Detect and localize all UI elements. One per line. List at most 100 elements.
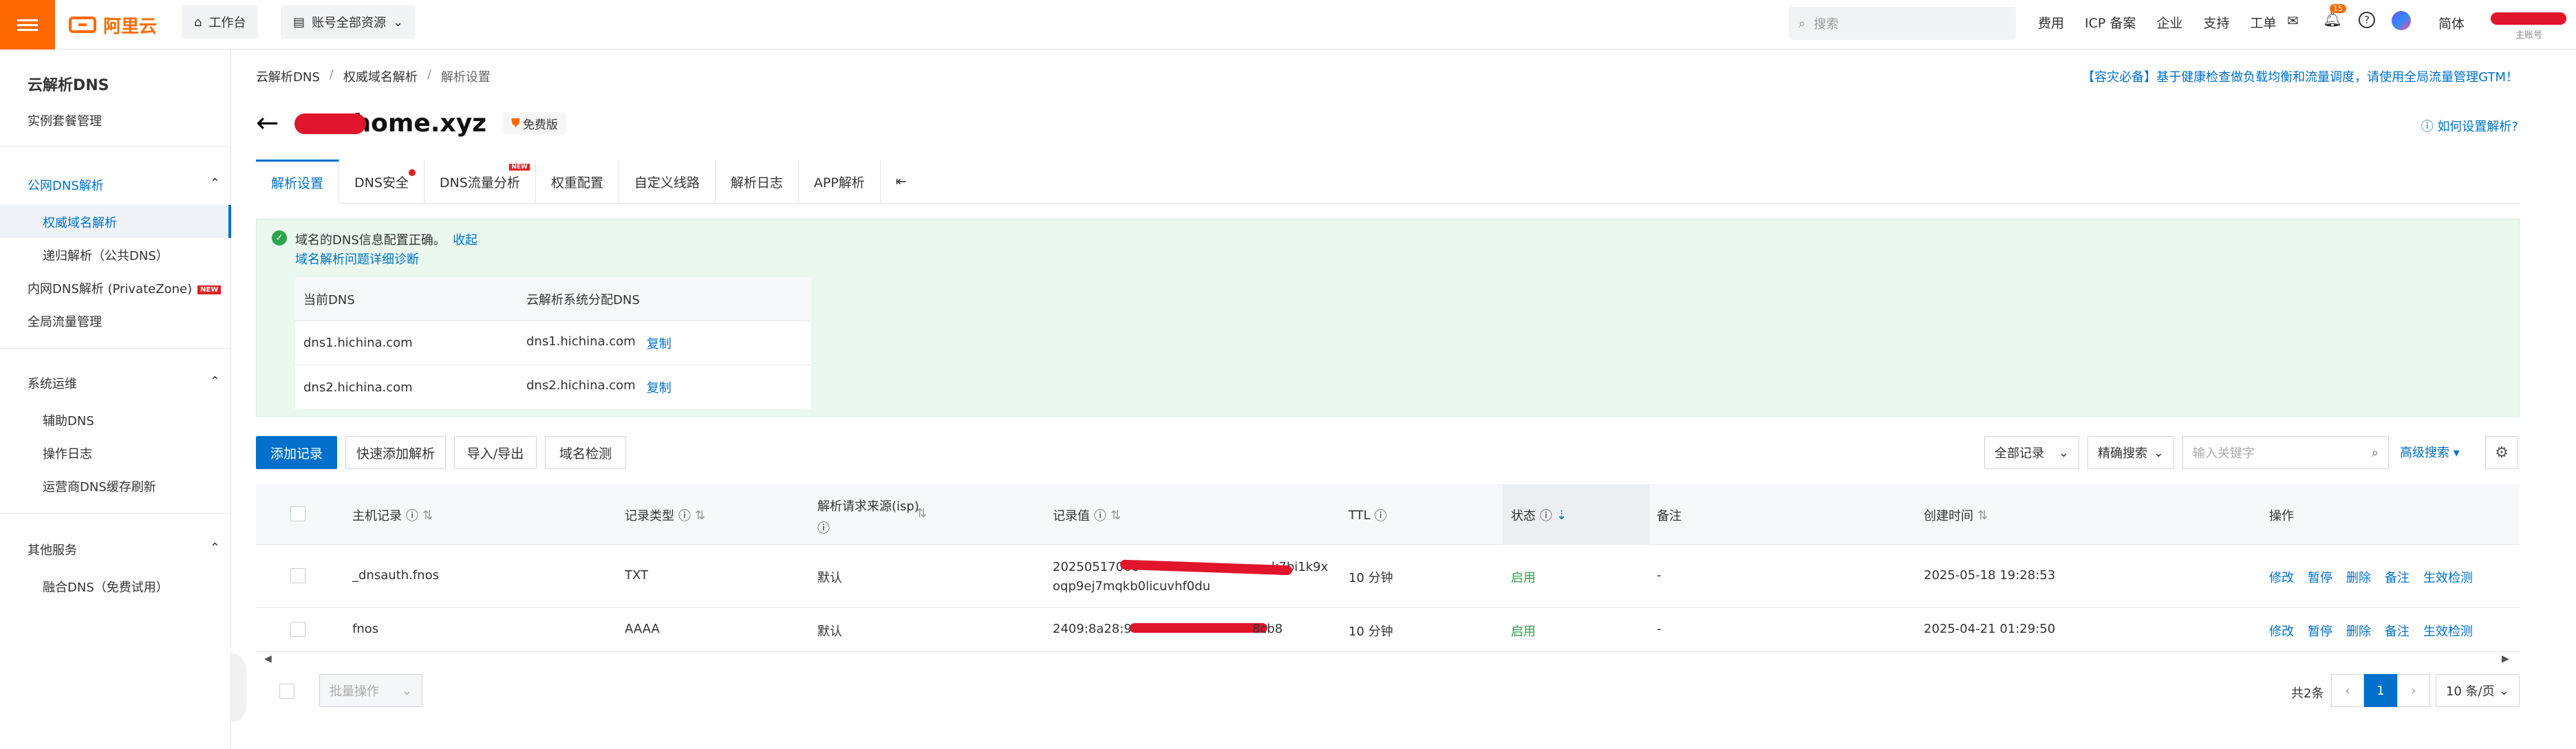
cell-type: AAAA — [625, 622, 660, 636]
next-page-button[interactable]: › — [2397, 674, 2430, 707]
dns-table-header: 当前DNS 云解析系统分配DNS — [295, 277, 811, 321]
sidebar-item-instance[interactable]: 实例套餐管理 — [28, 111, 102, 129]
cell-type: TXT — [625, 568, 649, 583]
th-ttl[interactable]: TTL ⓘ — [1349, 506, 1387, 524]
nav-fee[interactable]: 费用 — [2038, 13, 2064, 32]
sidebar-group-public-dns[interactable]: 公网DNS解析 ⌃ — [28, 176, 220, 194]
add-record-button[interactable]: 添加记录 — [256, 436, 337, 469]
resources-icon: ▤ — [293, 14, 305, 30]
delete-link[interactable]: 删除 — [2346, 622, 2371, 640]
aliyun-logo[interactable]: 阿里云 — [69, 12, 157, 38]
menu-button[interactable] — [0, 0, 55, 50]
sort-icon[interactable]: ⇅ — [916, 506, 927, 521]
check-effect-link[interactable]: 生效检测 — [2423, 622, 2473, 640]
tab-custom-line[interactable]: 自定义线路 — [619, 160, 716, 204]
th-created[interactable]: 创建时间 ⇅ — [1924, 506, 1988, 524]
table-settings-button[interactable]: ⚙ — [2485, 436, 2518, 469]
th-value[interactable]: 记录值 ⓘ ⇅ — [1053, 506, 1121, 524]
gtm-notice-link[interactable]: 【容灾必备】基于健康检查做负载均衡和流量调度，请使用全局流量管理GTM！ — [2082, 67, 2518, 85]
collapse-tabs-icon[interactable]: ⇤ — [881, 160, 922, 204]
help-icon[interactable]: ? — [2359, 12, 2375, 28]
delete-link[interactable]: 删除 — [2346, 568, 2371, 586]
advanced-search-link[interactable]: 高级搜索 ▾ — [2400, 443, 2460, 461]
batch-action-label: 批量操作 — [330, 684, 379, 699]
th-label: 主机记录 — [352, 509, 402, 523]
row-checkbox[interactable] — [290, 622, 305, 637]
help-circle-icon: ⓘ — [406, 509, 418, 523]
tab-dns-security[interactable]: DNS安全 — [339, 160, 425, 204]
scroll-right-icon[interactable]: ▶ — [2502, 653, 2509, 664]
edit-link[interactable]: 修改 — [2269, 622, 2294, 640]
sidebar-item-authoritative[interactable]: 权威域名解析 — [43, 213, 117, 231]
nav-ticket[interactable]: 工单 — [2250, 13, 2276, 32]
red-dot-indicator — [408, 169, 416, 176]
page-size-value: 10 条/页 — [2446, 684, 2495, 699]
pause-link[interactable]: 暂停 — [2308, 568, 2332, 586]
th-host[interactable]: 主机记录 ⓘ ⇅ — [352, 506, 433, 524]
sidebar-collapse-handle[interactable] — [231, 653, 246, 722]
nav-icp[interactable]: ICP 备案 — [2085, 13, 2136, 32]
cell-remark: - — [1657, 622, 1662, 636]
back-arrow-icon[interactable]: ← — [256, 107, 279, 139]
row-checkbox[interactable] — [290, 568, 305, 583]
account-resources-dropdown[interactable]: ▤ 账号全部资源 ⌄ — [281, 6, 416, 39]
nav-support[interactable]: 支持 — [2203, 13, 2229, 32]
new-badge: NEW — [197, 285, 222, 294]
sidebar-item-op-log[interactable]: 操作日志 — [43, 444, 92, 462]
breadcrumb-item[interactable]: 云解析DNS — [256, 67, 320, 85]
breadcrumb-item[interactable]: 权威域名解析 — [343, 67, 418, 85]
remark-link[interactable]: 备注 — [2385, 622, 2409, 640]
cell-status: 启用 — [1511, 571, 1536, 585]
sidebar-item-private-zone[interactable]: 内网DNS解析 (PrivateZone) NEW — [28, 279, 222, 297]
tab-resolve-log[interactable]: 解析日志 — [716, 160, 799, 204]
sort-icon: ⇅ — [695, 508, 706, 523]
diagnose-link[interactable]: 域名解析问题详细诊断 — [295, 250, 419, 268]
sidebar-item-aux-dns[interactable]: 辅助DNS — [43, 411, 94, 429]
tab-app-resolve[interactable]: APP解析 — [799, 160, 881, 204]
page-size-select[interactable]: 10 条/页 ⌄ — [2436, 674, 2520, 707]
sidebar-group-other[interactable]: 其他服务 ⌃ — [28, 541, 220, 558]
chevron-down-icon: ⌄ — [401, 683, 412, 698]
workbench-button[interactable]: ⌂ 工作台 — [182, 6, 259, 39]
select-all-checkbox[interactable] — [290, 506, 305, 521]
ai-assistant-icon[interactable] — [2392, 11, 2411, 30]
domain-check-button[interactable]: 域名检测 — [545, 436, 626, 469]
sidebar-item-cache-refresh[interactable]: 运营商DNS缓存刷新 — [43, 477, 156, 495]
record-filter-select[interactable]: 全部记录 ⌄ — [1984, 436, 2079, 469]
tab-weight-config[interactable]: 权重配置 — [536, 160, 619, 204]
quick-add-button[interactable]: 快速添加解析 — [345, 436, 446, 469]
th-status[interactable]: 状态 ⓘ ⇣ — [1511, 506, 1567, 524]
check-effect-link[interactable]: 生效检测 — [2423, 568, 2473, 586]
tab-traffic-analysis[interactable]: DNS流量分析 NEW — [425, 160, 536, 204]
plan-label: 免费版 — [522, 118, 558, 132]
bell-icon[interactable]: 🔔︎ — [2323, 11, 2342, 28]
howto-link[interactable]: ⓘ 如何设置解析? — [2421, 117, 2518, 135]
search-mode-select[interactable]: 精确搜索 ⌄ — [2087, 436, 2174, 469]
global-search-input[interactable]: ⌕ 搜索 — [1789, 7, 2016, 40]
sidebar-item-recursive[interactable]: 递归解析（公共DNS） — [43, 246, 169, 264]
sort-active-icon: ⇣ — [1556, 508, 1567, 523]
collapse-link[interactable]: 收起 — [453, 230, 477, 248]
batch-action-select[interactable]: 批量操作 ⌄ — [319, 674, 422, 707]
th-type[interactable]: 记录类型 ⓘ ⇅ — [625, 506, 705, 524]
th-actions: 操作 — [2269, 506, 2294, 524]
language-switch[interactable]: 简体 — [2438, 14, 2465, 32]
sidebar-group-ops[interactable]: 系统运维 ⌃ — [28, 374, 220, 392]
keyword-input[interactable]: 输入关键字 ⌕ — [2182, 436, 2389, 469]
prev-page-button[interactable]: ‹ — [2331, 674, 2364, 707]
scroll-left-icon[interactable]: ◀ — [264, 653, 272, 664]
remark-link[interactable]: 备注 — [2385, 568, 2409, 586]
sidebar-item-fusion-dns[interactable]: 融合DNS（免费试用） — [43, 578, 169, 596]
edit-link[interactable]: 修改 — [2269, 568, 2294, 586]
footer-select-all-checkbox[interactable] — [279, 684, 294, 699]
page-number-button[interactable]: 1 — [2364, 674, 2397, 707]
sidebar-item-global-traffic[interactable]: 全局流量管理 — [28, 312, 102, 330]
tab-resolve-settings[interactable]: 解析设置 — [256, 160, 340, 204]
pause-link[interactable]: 暂停 — [2308, 622, 2332, 640]
message-icon[interactable]: ✉ — [2287, 12, 2299, 29]
copy-button[interactable]: 复制 — [647, 378, 672, 396]
th-source[interactable]: 解析请求来源(isp) ⓘ — [817, 497, 921, 536]
nav-enterprise[interactable]: 企业 — [2156, 13, 2182, 32]
copy-button[interactable]: 复制 — [647, 334, 672, 352]
import-export-button[interactable]: 导入/导出 — [454, 436, 537, 469]
